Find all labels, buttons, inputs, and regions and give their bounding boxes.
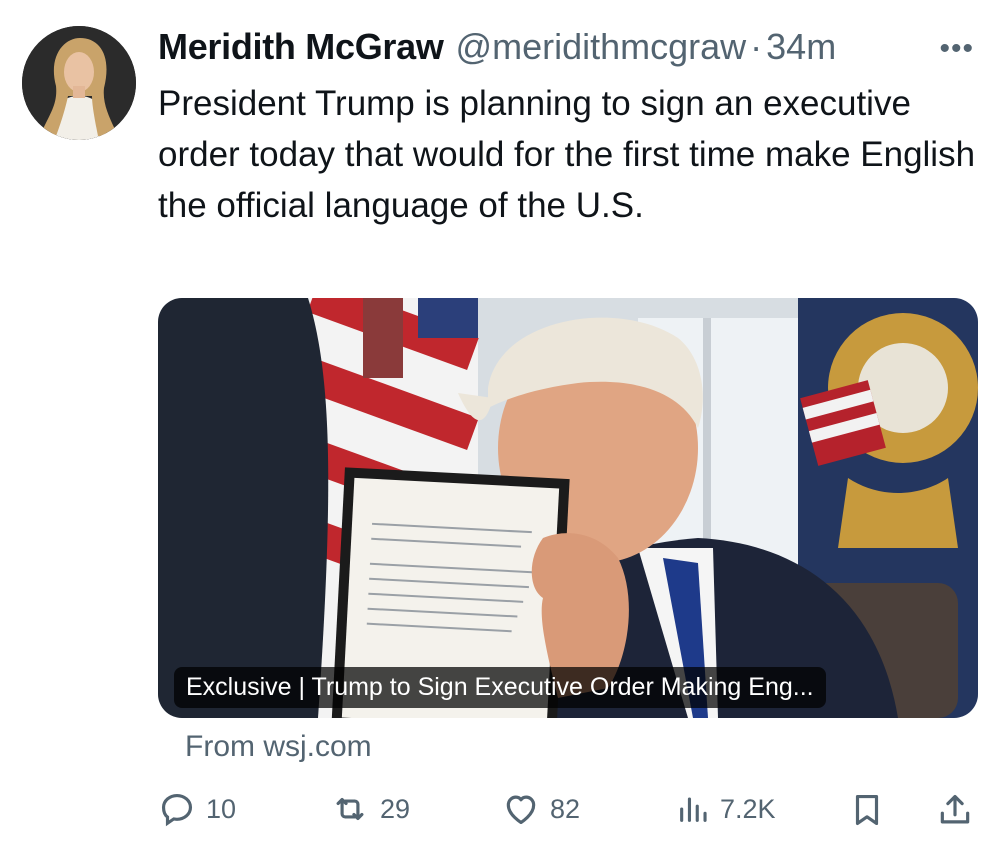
- retweet-count: 29: [380, 793, 411, 824]
- author-avatar-image: [22, 26, 136, 140]
- link-card[interactable]: Exclusive | Trump to Sign Executive Orde…: [158, 298, 978, 718]
- share-icon: [940, 794, 970, 824]
- reply-icon: [161, 793, 193, 827]
- tweet-timestamp[interactable]: 34m: [766, 26, 836, 68]
- views-button[interactable]: 7.2K: [676, 790, 776, 828]
- share-button[interactable]: [936, 790, 974, 830]
- reply-button[interactable]: 10: [158, 790, 236, 828]
- reply-count: 10: [206, 793, 237, 824]
- card-source[interactable]: From wsj.com: [185, 730, 372, 764]
- retweet-icon: [336, 797, 364, 821]
- separator-dot: ·: [750, 26, 763, 67]
- view-count: 7.2K: [720, 793, 776, 824]
- more-horizontal-icon[interactable]: •••: [939, 32, 974, 66]
- retweet-button[interactable]: 29: [330, 790, 410, 828]
- author-handle[interactable]: @meridithmcgraw: [456, 26, 747, 68]
- tweet-actions: 10 29 82 7.2K: [158, 790, 978, 834]
- like-button[interactable]: 82: [502, 790, 580, 828]
- like-count: 82: [550, 793, 581, 824]
- card-title[interactable]: Exclusive | Trump to Sign Executive Orde…: [174, 667, 826, 708]
- tweet-text: President Trump is planning to sign an e…: [158, 84, 976, 225]
- heart-icon: [506, 795, 536, 825]
- tweet-header: Meridith McGraw @meridithmcgraw · 34m ••…: [158, 26, 980, 70]
- author-name[interactable]: Meridith McGraw: [158, 26, 444, 68]
- bookmark-button[interactable]: [848, 790, 886, 830]
- bookmark-icon: [855, 794, 879, 826]
- card-image: [158, 298, 978, 718]
- author-avatar[interactable]: [22, 26, 136, 140]
- views-bar-chart-icon: [680, 797, 707, 822]
